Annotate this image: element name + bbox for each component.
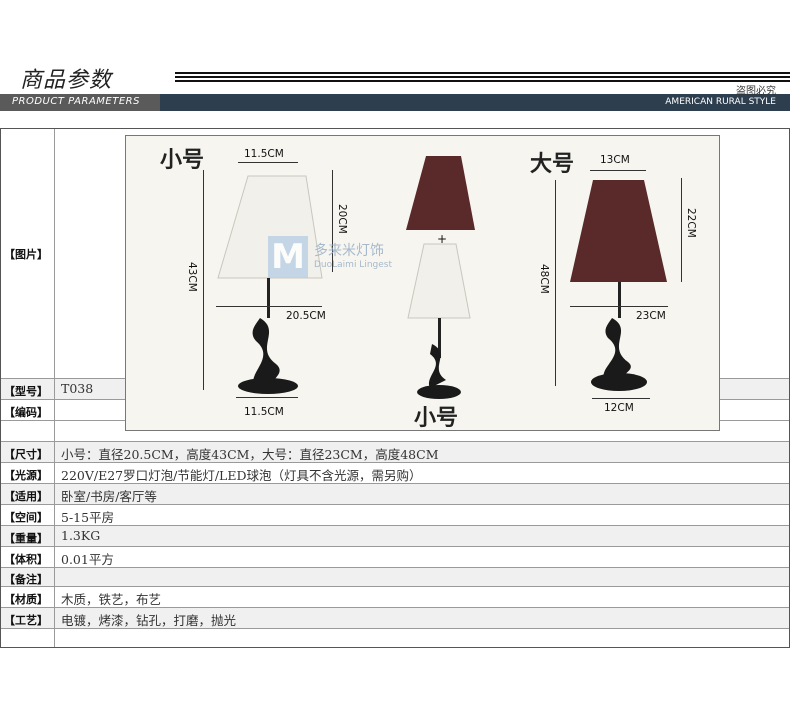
table-row-notes: 【备注】 (1, 568, 789, 587)
table-row-craft: 【工艺】 电镀，烤漆，钻孔，打磨，抛光 (1, 608, 789, 629)
row-label: 【型号】 (4, 385, 48, 398)
row-value: 5-15平房 (61, 510, 115, 525)
large-shade-height: 22CM (685, 208, 697, 238)
row-label: 【体积】 (4, 553, 48, 566)
small-lamp-body (252, 318, 280, 386)
column-separator (54, 129, 55, 647)
page-title: 商品参数 (20, 68, 113, 93)
row-label: 【重量】 (4, 532, 48, 545)
large-lamp-shade (570, 180, 667, 282)
row-value: 1.3KG (61, 528, 101, 543)
row-label: 【工艺】 (4, 614, 48, 627)
dim-line (590, 170, 646, 171)
dim-line (681, 178, 682, 282)
product-image: 小号 大号 小号 + 11.5CM 20CM 43CM 20.5CM 11.5C… (125, 135, 720, 431)
white-shade-option (407, 243, 471, 319)
row-label: 【编码】 (4, 406, 48, 419)
row-value: T038 (61, 381, 94, 396)
middle-lamp-body (428, 344, 446, 388)
small-shade-diameter: 20.5CM (286, 310, 326, 322)
large-total-height: 48CM (538, 264, 550, 294)
large-lamp-body (603, 318, 631, 378)
large-lamp-stem (618, 282, 621, 318)
brown-shade-option (406, 156, 475, 230)
row-value: 电镀，烤漆，钻孔，打磨，抛光 (61, 613, 237, 628)
small-shade-height: 20CM (336, 204, 348, 234)
small-top-width: 11.5CM (244, 148, 284, 160)
table-row-weight: 【重量】 1.3KG (1, 526, 789, 547)
row-label: 【备注】 (4, 573, 48, 586)
row-value: 0.01平方 (61, 552, 114, 567)
row-value: 木质，铁艺，布艺 (61, 592, 162, 607)
row-label: 【光源】 (4, 469, 48, 482)
row-label: 【图片】 (4, 248, 48, 261)
large-lamp-base (591, 373, 647, 391)
large-shade-diameter: 23CM (636, 310, 666, 322)
table-row-size: 【尺寸】 小号：直径20.5CM，高度43CM，大号：直径23CM，高度48CM (1, 442, 789, 463)
table-row-space: 【空间】 5-15平房 (1, 505, 789, 526)
table-row-light-source: 【光源】 220V/E27罗口灯泡/节能灯/LED球泡（灯具不含光源，需另购） (1, 463, 789, 484)
lamp-drawing (217, 156, 667, 399)
middle-lamp-base (417, 385, 461, 399)
row-label: 【尺寸】 (4, 448, 48, 461)
row-value: 220V/E27罗口灯泡/节能灯/LED球泡（灯具不含光源，需另购） (61, 468, 422, 483)
table-row-volume: 【体积】 0.01平方 (1, 547, 789, 568)
large-base-width: 12CM (604, 402, 634, 414)
watermark-brand: 多来米灯饰 (314, 243, 384, 259)
table-row-usage: 【适用】 卧室/书房/客厅等 (1, 484, 789, 505)
table-row-material: 【材质】 木质，铁艺，布艺 (1, 587, 789, 608)
dim-line (238, 162, 298, 163)
small-lamp-stem (267, 278, 270, 318)
watermark-brand-en: DuoLaimi Lingest (314, 260, 392, 270)
row-value: 小号：直径20.5CM，高度43CM，大号：直径23CM，高度48CM (61, 447, 439, 462)
large-top-width: 13CM (600, 154, 630, 166)
dim-line (203, 170, 204, 390)
dim-line (236, 397, 298, 398)
dim-line (592, 398, 650, 399)
header-banner: 商品参数 PRODUCT PARAMETERS 盗图必究 AMERICAN RU… (0, 0, 790, 112)
row-label: 【材质】 (4, 593, 48, 606)
watermark-logo-icon: M (268, 236, 308, 278)
header-rule-lines (175, 72, 790, 82)
style-tagline: AMERICAN RURAL STYLE (665, 97, 776, 107)
dim-line (570, 306, 668, 307)
header-subtitle: PRODUCT PARAMETERS (12, 96, 140, 107)
row-value: 卧室/书房/客厅等 (61, 489, 157, 504)
dim-line (555, 180, 556, 386)
row-label: 【空间】 (4, 511, 48, 524)
small-base-width: 11.5CM (244, 406, 284, 418)
row-label: 【适用】 (4, 490, 48, 503)
copyright-notice: 盗图必究 (736, 86, 776, 97)
small-lamp-base (238, 378, 298, 394)
small-total-height: 43CM (186, 262, 198, 292)
dim-line (216, 306, 322, 307)
